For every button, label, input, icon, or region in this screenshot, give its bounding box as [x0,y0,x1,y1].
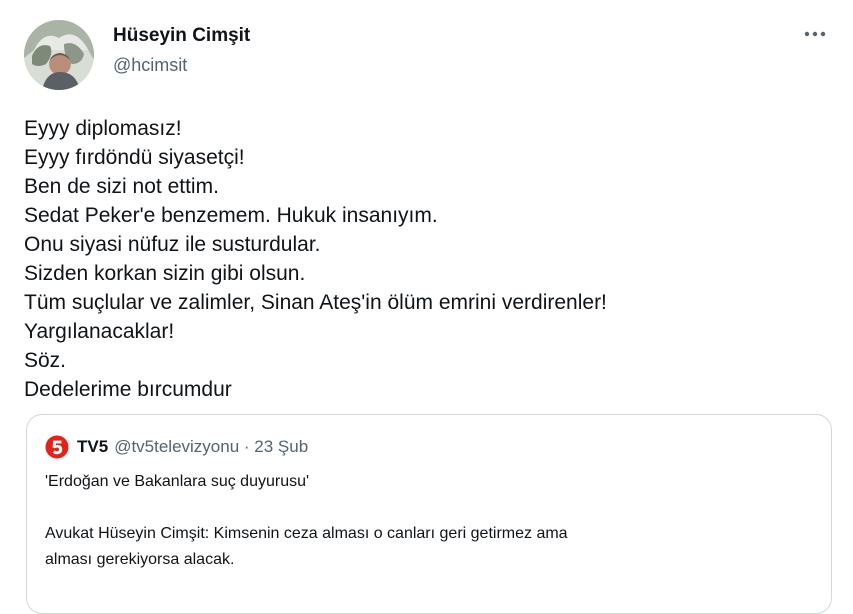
tweet-line: Ben de sizi not ettim. [24,175,219,198]
tv5-logo-icon[interactable] [45,435,69,459]
tweet-line: Eyyy diplomasız! [24,117,182,140]
more-button[interactable] [797,20,833,48]
tweet-line: Tüm suçlular ve zalimler, Sinan Ateş'in … [24,291,607,314]
quoted-tweet-card[interactable]: TV5 @tv5televizyonu · 23 Şub 'Erdoğan ve… [26,414,832,614]
tweet: Hüseyin Cimşit @hcimsit Eyyy diplomasız!… [0,0,853,614]
quoted-author-name[interactable]: TV5 [77,437,108,457]
quoted-tweet-line: alması gerekiyorsa alacak. [45,551,235,568]
avatar-photo [24,20,94,90]
quoted-tweet-header: TV5 @tv5televizyonu · 23 Şub [45,435,308,459]
tweet-text: Eyyy diplomasız! Eyyy fırdöndü siyasetçi… [24,114,824,404]
tweet-line: Eyyy fırdöndü siyasetçi! [24,146,245,169]
more-horizontal-icon [804,31,826,37]
tweet-line: Sedat Peker'e benzemem. Hukuk insanıyım. [24,204,438,227]
tweet-line: Onu siyasi nüfuz ile susturdular. [24,233,321,256]
author-handle[interactable]: @hcimsit [113,55,187,76]
quoted-tweet-text: 'Erdoğan ve Bakanlara suç duyurusu' Avuk… [45,469,815,573]
quoted-tweet-line: 'Erdoğan ve Bakanlara suç duyurusu' [45,473,310,490]
quoted-tweet-line: Avukat Hüseyin Cimşit: Kimsenin ceza alm… [45,525,568,542]
tweet-line: Söz. [24,349,67,372]
quoted-author-meta[interactable]: @tv5televizyonu · 23 Şub [114,437,308,457]
tweet-line: Sizden korkan sizin gibi olsun. [24,262,306,285]
avatar[interactable] [24,20,94,90]
author-name[interactable]: Hüseyin Cimşit [113,25,250,47]
tweet-line: Dedelerime bırcumdur [24,378,232,401]
tweet-line: Yargılanacaklar! [24,320,175,343]
